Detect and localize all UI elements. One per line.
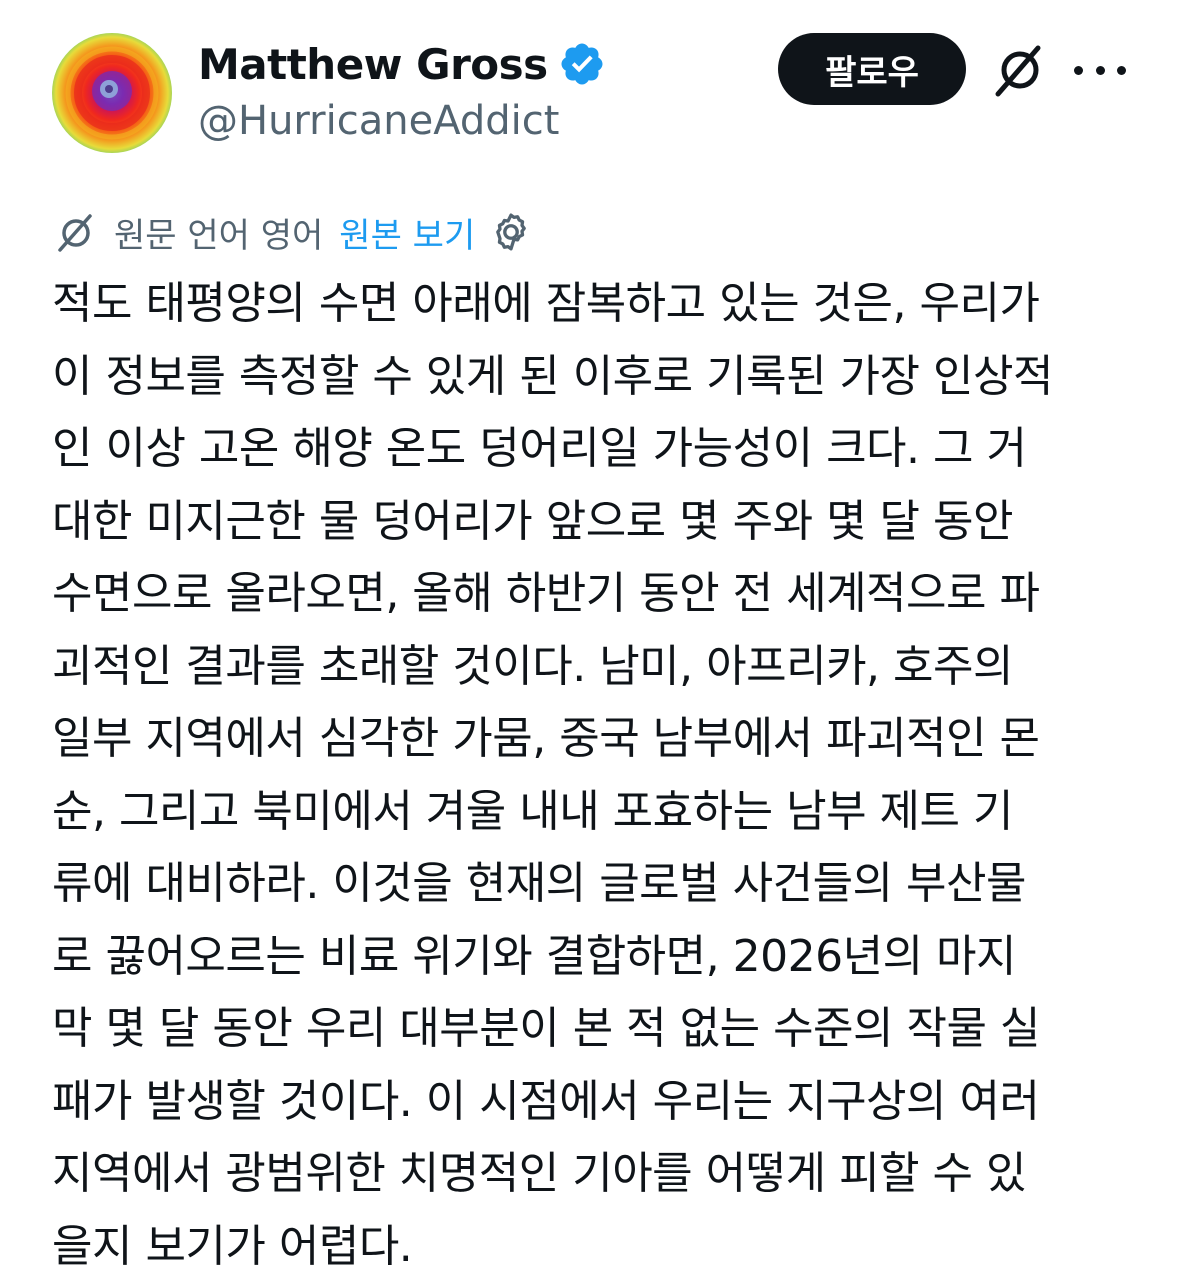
verified-badge-icon[interactable]: [558, 40, 606, 88]
grok-translate-icon: [52, 208, 100, 256]
show-original-link[interactable]: 원본 보기: [339, 208, 475, 257]
tweet-text: 적도 태평양의 수면 아래에 잠복하고 있는 것은, 우리가 이 정보를 측정할…: [52, 268, 1132, 1283]
author-name-row[interactable]: Matthew Gross: [198, 36, 606, 92]
tweet-text-line: 일부 지역에서 심각한 가뭄, 중국 남부에서 파괴적인 몬: [52, 703, 1132, 776]
gear-icon[interactable]: [489, 210, 533, 254]
tweet-text-line: 순, 그리고 북미에서 겨울 내내 포효하는 남부 제트 기: [52, 776, 1132, 849]
tweet-text-line: 수면으로 올라오면, 올해 하반기 동안 전 세계적으로 파: [52, 558, 1132, 631]
tweet-text-line: 패가 발생할 것이다. 이 시점에서 우리는 지구상의 여러: [52, 1066, 1132, 1139]
translation-bar: 원문 언어 영어 원본 보기: [52, 204, 533, 260]
more-dot: [1096, 66, 1105, 75]
tweet-text-line: 대한 미지근한 물 덩어리가 앞으로 몇 주와 몇 달 동안: [52, 486, 1132, 559]
more-options-icon[interactable]: [1074, 46, 1126, 94]
avatar[interactable]: [52, 33, 172, 153]
author-display-name[interactable]: Matthew Gross: [198, 40, 548, 89]
hurricane-avatar-image: [52, 33, 172, 153]
tweet-text-line: 류에 대비하라. 이것을 현재의 글로벌 사건들의 부산물: [52, 848, 1132, 921]
tweet-text-line: 인 이상 고온 해양 온도 덩어리일 가능성이 크다. 그 거: [52, 413, 1132, 486]
author-handle[interactable]: @HurricaneAddict: [198, 98, 559, 144]
tweet-text-line: 로 끓어오르는 비료 위기와 결합하면, 2026년의 마지: [52, 921, 1132, 994]
more-dot: [1117, 66, 1126, 75]
tweet-text-line: 이 정보를 측정할 수 있게 된 이후로 기록된 가장 인상적: [52, 341, 1132, 414]
tweet-text-line: 지역에서 광범위한 치명적인 기아를 어떻게 피할 수 있: [52, 1138, 1132, 1211]
tweet-text-line: 괴적인 결과를 초래할 것이다. 남미, 아프리카, 호주의: [52, 631, 1132, 704]
translation-label: 원문 언어 영어: [114, 208, 323, 257]
follow-button[interactable]: 팔로우: [778, 33, 966, 105]
grok-icon[interactable]: [990, 40, 1050, 100]
more-dot: [1074, 66, 1083, 75]
tweet-text-line: 적도 태평양의 수면 아래에 잠복하고 있는 것은, 우리가: [52, 268, 1132, 341]
tweet-text-line: 을지 보기가 어렵다.: [52, 1211, 1132, 1283]
tweet-text-line: 막 몇 달 동안 우리 대부분이 본 적 없는 수준의 작물 실: [52, 993, 1132, 1066]
